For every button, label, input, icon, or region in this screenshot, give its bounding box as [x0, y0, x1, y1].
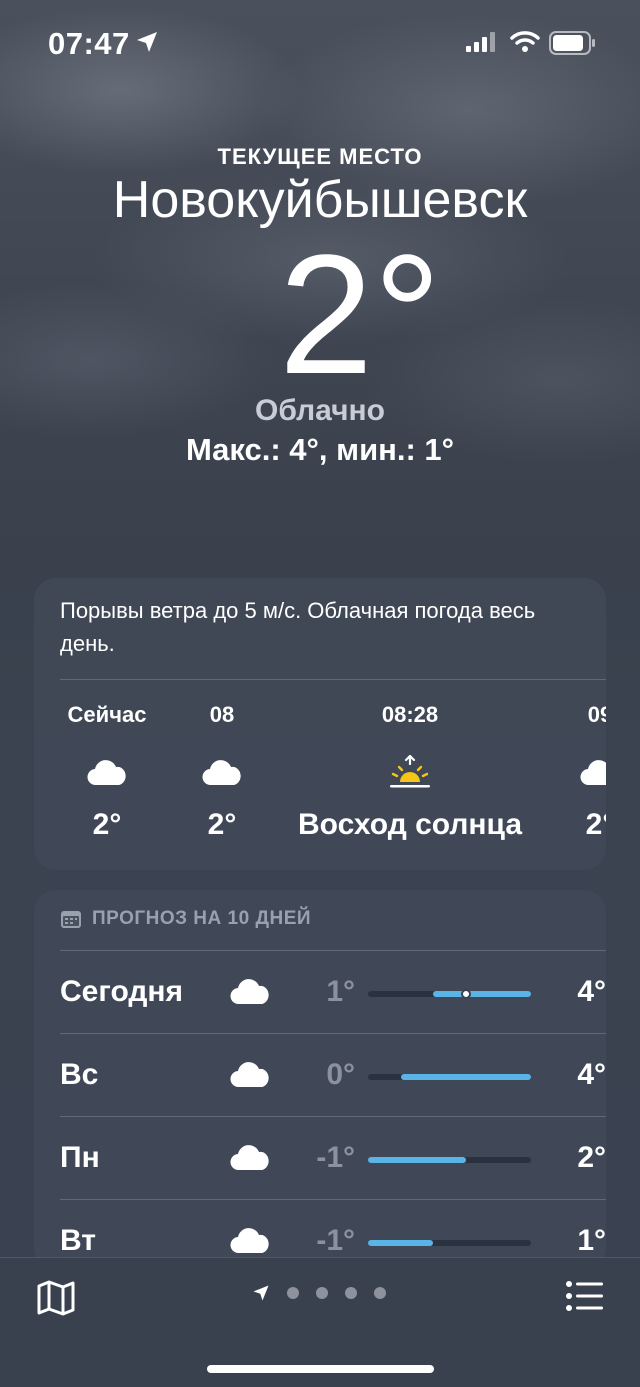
day-name: Вт	[60, 1224, 96, 1257]
current-temperature: 2°	[278, 220, 442, 410]
cloud-icon	[60, 750, 154, 794]
cloud-icon	[230, 979, 269, 1005]
hourly-item-now: Сейчас 2°	[60, 702, 154, 842]
cellular-signal-icon	[466, 32, 495, 52]
page-dot[interactable]	[374, 1287, 386, 1299]
forecast-row-monday[interactable]: Пн -1° 2°	[60, 1117, 606, 1199]
hour-temperature: 2°	[585, 808, 606, 841]
forecast-row-today[interactable]: Сегодня 1° 4°	[60, 951, 606, 1033]
cloud-icon	[194, 750, 250, 794]
temperature-range-fill	[433, 991, 531, 997]
location-arrow-icon	[137, 32, 157, 52]
weather-condition: Облачно	[255, 394, 385, 427]
battery-icon	[549, 31, 595, 55]
temperature-range-fill	[368, 1240, 434, 1246]
temperature-range-fill	[400, 1074, 531, 1080]
day-name: Пн	[60, 1141, 100, 1174]
hourly-item-09: 09 2°	[572, 702, 606, 842]
divider	[60, 679, 606, 680]
status-bar: 07:47	[0, 0, 640, 90]
sunrise-label: Восход солнца	[297, 808, 523, 841]
temperature-range-bar	[368, 1074, 531, 1080]
cloud-icon	[230, 1062, 269, 1088]
temperature-range-bar	[368, 1157, 531, 1163]
location-arrow-icon	[253, 1285, 269, 1301]
hour-label: 09	[587, 702, 606, 727]
hour-temperature: 2°	[207, 808, 237, 841]
low-temperature: -1°	[316, 1224, 355, 1257]
temperature-range-fill	[368, 1157, 466, 1163]
low-temperature: 0°	[326, 1058, 355, 1091]
forecast-summary: Порывы ветра до 5 м/с. Облачная погода в…	[60, 598, 536, 656]
high-low-temperature: Макс.: 4°, мин.: 1°	[185, 432, 455, 467]
hour-label: Сейчас	[67, 702, 147, 727]
hour-temperature: 2°	[92, 808, 122, 841]
current-location-label: ТЕКУЩЕЕ МЕСТО	[217, 144, 423, 169]
hour-label: 08	[209, 702, 235, 727]
ten-day-forecast-card[interactable]: ПРОГНОЗ НА 10 ДНЕЙ Сегодня 1° 4° Вс 0° 4…	[34, 890, 606, 1270]
day-name: Сегодня	[60, 975, 184, 1008]
map-icon[interactable]	[36, 1280, 76, 1316]
hour-label: 08:28	[381, 702, 439, 727]
forecast-row-sunday[interactable]: Вс 0° 4°	[60, 1034, 606, 1116]
day-name: Вс	[60, 1058, 99, 1091]
forecast-header: ПРОГНОЗ НА 10 ДНЕЙ	[60, 908, 311, 930]
page-dot[interactable]	[287, 1287, 299, 1299]
page-indicator[interactable]	[252, 1284, 386, 1302]
home-indicator[interactable]	[207, 1365, 434, 1373]
calendar-icon	[61, 911, 81, 928]
list-icon[interactable]	[565, 1280, 605, 1312]
high-temperature: 4°	[577, 975, 606, 1008]
current-temperature-dot	[460, 989, 471, 999]
status-time: 07:47	[48, 26, 130, 61]
hourly-item-08: 08 2°	[194, 702, 250, 842]
temperature-range-bar	[368, 1240, 531, 1246]
high-temperature: 4°	[577, 1058, 606, 1091]
low-temperature: 1°	[326, 975, 355, 1008]
bottom-toolbar	[0, 1257, 640, 1387]
cloud-icon	[572, 750, 606, 794]
temperature-range-bar	[368, 989, 531, 999]
hourly-item-sunrise: 08:28 Восход солнца	[284, 702, 536, 842]
low-temperature: -1°	[316, 1141, 355, 1174]
sunrise-icon	[284, 750, 536, 794]
page-dot[interactable]	[345, 1287, 357, 1299]
high-temperature: 1°	[577, 1224, 606, 1257]
forecast-header-label: ПРОГНОЗ НА 10 ДНЕЙ	[92, 908, 312, 929]
wifi-icon	[510, 31, 540, 52]
cloud-icon	[230, 1145, 269, 1171]
hourly-forecast-card[interactable]: Порывы ветра до 5 м/с. Облачная погода в…	[34, 578, 606, 870]
high-temperature: 2°	[577, 1141, 606, 1174]
cloud-icon	[230, 1228, 269, 1254]
page-dot[interactable]	[316, 1287, 328, 1299]
